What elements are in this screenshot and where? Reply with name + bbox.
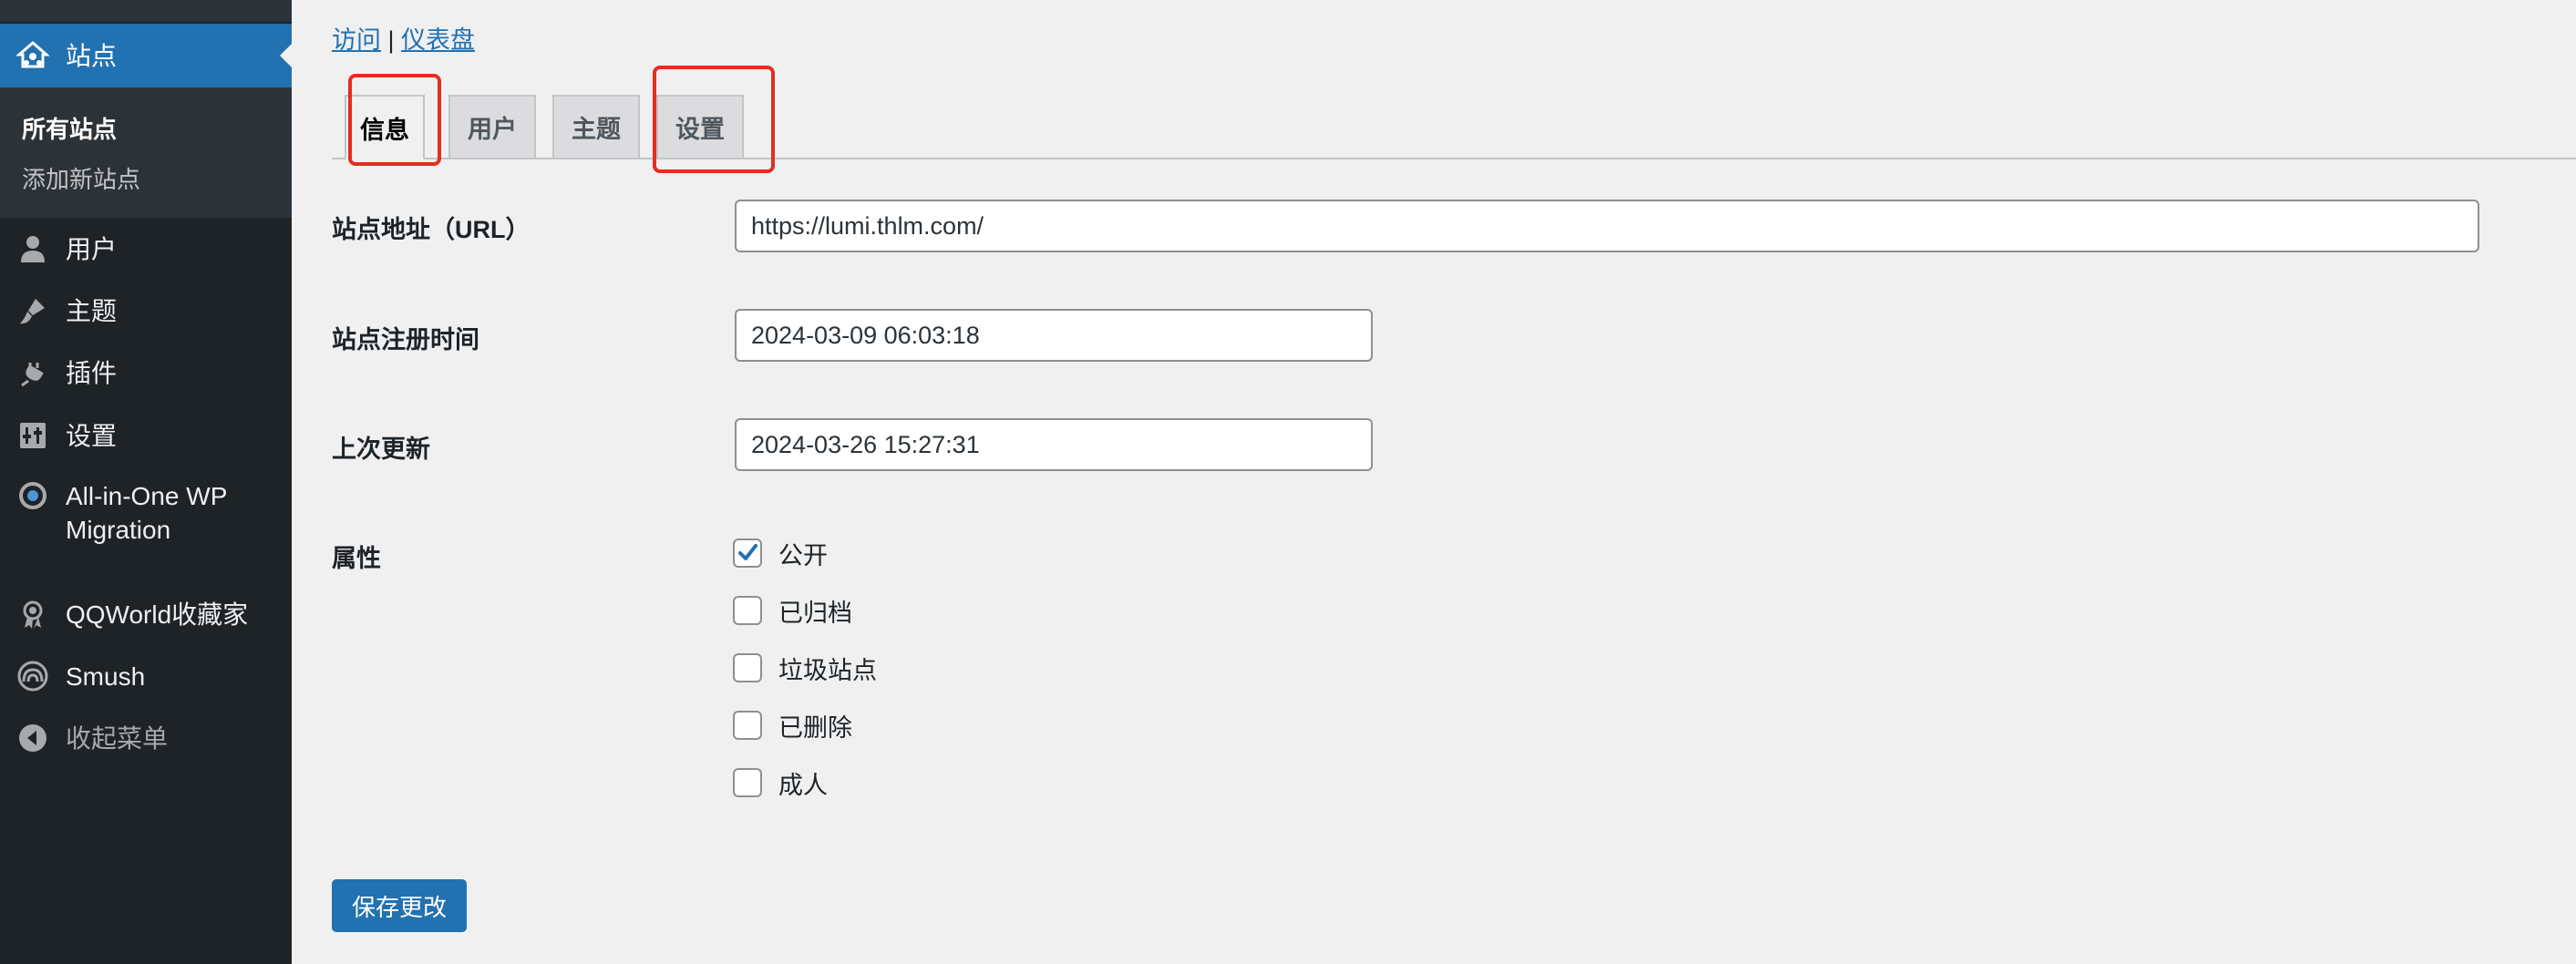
current-menu-arrow [280,44,292,67]
sidebar-item-label: Smush [66,661,146,691]
sidebar-item-all-in-one-wp-migration[interactable]: All-in-One WP Migration [0,474,292,556]
paintbrush-icon [16,294,49,327]
checkmark-icon [738,544,757,560]
sidebar-item-label: 收起菜单 [66,723,169,753]
page-title-clipped [332,0,1061,20]
sidebar-item-users[interactable]: 用户 [0,220,292,277]
sidebar-item-label: 设置 [66,421,118,450]
sidebar-item-qqworld-collector[interactable]: QQWorld收藏家 [0,586,292,642]
checkbox-label: 已归档 [778,599,852,627]
network-icon [16,39,49,72]
sidebar-top-strip [0,0,292,22]
checkbox-mature-row: 成人 [733,764,828,801]
site-action-links: 访问 | 仪表盘 [332,20,475,56]
sidebar-item-themes[interactable]: 主题 [0,282,292,339]
registered-date-input[interactable] [735,309,1373,362]
sidebar-item-label-line1: All-in-One WP [66,482,228,510]
checkbox-deleted-row: 已删除 [733,707,852,744]
settings-icon [16,419,49,452]
checkbox-archived[interactable] [733,596,762,625]
link-separator: | [387,26,395,54]
tab-info[interactable]: 信息 [345,95,425,160]
sidebar-item-label: 用户 [66,234,118,263]
sidebar-item-plugins[interactable]: 插件 [0,344,292,401]
checkbox-mature[interactable] [733,768,762,797]
plugin-icon [16,356,49,389]
migration-icon [16,479,49,512]
checkbox-label: 公开 [778,541,828,569]
checkbox-label: 已删除 [778,713,852,742]
collapse-menu-button[interactable]: 收起菜单 [0,710,292,766]
checkbox-archived-row: 已归档 [733,592,852,629]
tab-themes[interactable]: 主题 [552,95,640,158]
checkbox-label: 垃圾站点 [778,656,877,684]
attributes-label: 属性 [332,545,381,572]
sidebar-item-label: 主题 [66,296,118,325]
checkbox-deleted[interactable] [733,711,762,740]
sidebar-item-label: QQWorld收藏家 [66,600,249,629]
submenu-all-sites[interactable]: 所有站点 [22,111,117,145]
checkbox-label: 成人 [778,771,828,799]
main-content: 访问 | 仪表盘 信息 用户 主题 设置 站点地址（URL） 站点注册时间 上次… [292,0,2576,964]
visit-link[interactable]: 访问 [332,26,381,54]
admin-sidebar: 站点 所有站点 添加新站点 用户 主题 插件 设置 All-in-One WP … [0,0,292,964]
sidebar-item-settings[interactable]: 设置 [0,407,292,464]
tab-users[interactable]: 用户 [448,95,536,158]
sidebar-item-smush[interactable]: Smush [0,648,292,704]
user-icon [16,232,49,265]
award-icon [16,598,49,631]
site-url-input[interactable] [735,200,2479,252]
registered-label: 站点注册时间 [332,326,479,354]
checkbox-public[interactable] [733,538,762,568]
url-label: 站点地址（URL） [332,216,531,243]
tab-settings[interactable]: 设置 [656,95,744,158]
sites-submenu: 所有站点 添加新站点 [0,87,292,218]
smush-icon [16,660,49,692]
dashboard-link[interactable]: 仪表盘 [401,26,475,54]
sidebar-item-label: 站点 [66,41,118,70]
collapse-icon [16,722,49,754]
last-updated-input[interactable] [735,418,1373,471]
submenu-add-new-site[interactable]: 添加新站点 [22,161,140,195]
sidebar-item-label: 插件 [66,358,118,387]
sidebar-item-sites[interactable]: 站点 [0,24,292,87]
sidebar-item-label-line2: Migration [66,516,171,544]
checkbox-spam[interactable] [733,653,762,682]
save-changes-button[interactable]: 保存更改 [332,879,467,932]
tabs-divider [332,158,2576,159]
checkbox-spam-row: 垃圾站点 [733,650,877,686]
last-updated-label: 上次更新 [332,436,430,463]
checkbox-public-row: 公开 [733,535,828,571]
